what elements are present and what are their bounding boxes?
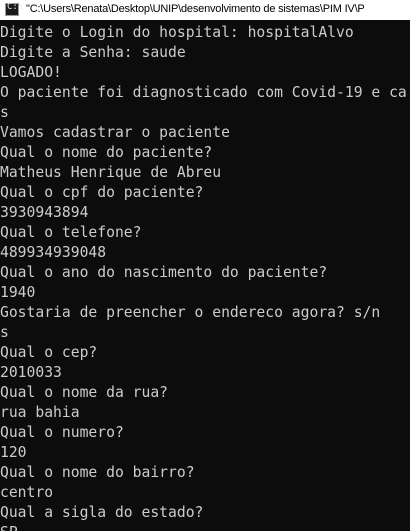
window-title: "C:\Users\Renata\Desktop\UNIP\desenvolvi… <box>26 3 365 15</box>
console-line: 2010033 <box>0 364 62 381</box>
console-line: Gostaria de preencher o endereco agora? … <box>0 304 381 321</box>
console-line: Qual o cep? <box>0 344 98 361</box>
console-window: C:\ "C:\Users\Renata\Desktop\UNIP\desenv… <box>0 0 410 531</box>
console-line: Digite a Senha: saude <box>0 44 186 61</box>
console-line: 3930943894 <box>0 204 89 221</box>
console-line: 1940 <box>0 284 36 301</box>
console-line: Qual o ano do nascimento do paciente? <box>0 264 328 281</box>
console-line: SP <box>0 523 18 531</box>
console-output[interactable]: Digite o Login do hospital: hospitalAlvo… <box>0 20 410 531</box>
console-line: Qual o numero? <box>0 424 124 441</box>
console-line: O paciente foi diagnosticado com Covid-1… <box>0 84 407 101</box>
console-line: Qual o nome do bairro? <box>0 464 195 481</box>
console-app-icon: C:\ <box>5 2 23 16</box>
console-line: LOGADO! <box>0 64 62 81</box>
console-line: Qual o nome do paciente? <box>0 144 213 161</box>
console-line: rua bahia <box>0 404 80 421</box>
console-line: centro <box>0 484 54 501</box>
console-line: Qual o nome da rua? <box>0 384 169 401</box>
console-line: 489934939048 <box>0 244 107 261</box>
console-line: Qual o cpf do paciente? <box>0 184 204 201</box>
console-line: s <box>0 104 9 121</box>
title-bar[interactable]: C:\ "C:\Users\Renata\Desktop\UNIP\desenv… <box>0 0 410 20</box>
console-line: Qual a sigla do estado? <box>0 504 204 521</box>
console-line: Vamos cadastrar o paciente <box>0 124 230 141</box>
console-line: Matheus Henrique de Abreu <box>0 164 222 181</box>
console-line: s <box>0 324 9 341</box>
console-line: Digite o Login do hospital: hospitalAlvo <box>0 24 354 41</box>
console-line: 120 <box>0 444 27 461</box>
console-line: Qual o telefone? <box>0 224 142 241</box>
